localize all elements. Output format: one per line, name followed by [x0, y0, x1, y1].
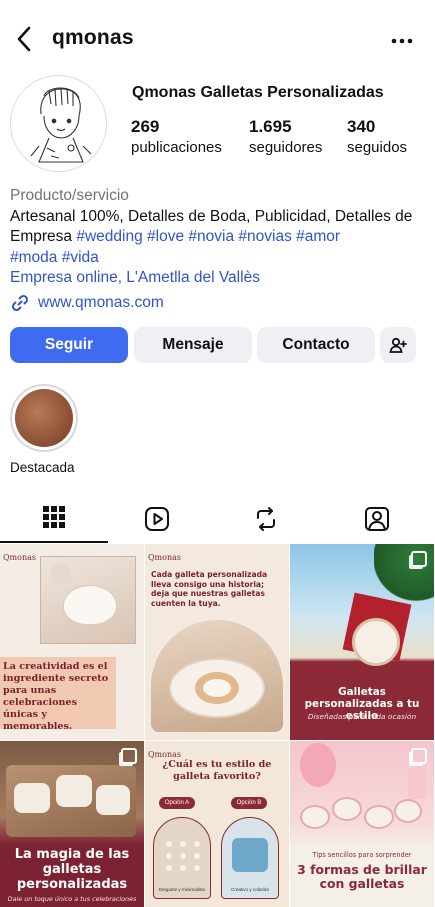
post-subcaption: Dale un toque único a tus celebraciones: [7, 895, 137, 903]
post-photo: [300, 797, 424, 835]
tab-reposts[interactable]: [212, 497, 320, 543]
post-pretitle: Tips sencillos para sorprender: [312, 851, 412, 859]
post-thumbnail[interactable]: La magia de las galletas personalizadas …: [0, 741, 144, 907]
post-thumbnail[interactable]: Qmonas La creatividad es el ingrediente …: [0, 544, 144, 740]
posts-label: publicaciones: [131, 139, 222, 156]
active-tab-indicator: [0, 541, 108, 543]
carousel-icon: [411, 748, 427, 764]
post-thumbnail[interactable]: Qmonas Cada galleta personalizada lleva …: [145, 544, 289, 740]
link-icon: [11, 294, 29, 312]
post-thumbnail[interactable]: Galletas personalizadas a tu estilo Dise…: [290, 544, 434, 740]
tab-tagged[interactable]: [323, 497, 431, 543]
profile-avatar[interactable]: [10, 75, 107, 172]
tab-posts[interactable]: [0, 497, 108, 543]
posts-count: 269: [131, 117, 160, 136]
add-person-icon: [389, 337, 407, 353]
repost-icon: [257, 507, 275, 531]
bio-category: Producto/servicio: [10, 187, 129, 204]
hashtag[interactable]: #vida: [62, 249, 99, 266]
hashtag[interactable]: #novia: [188, 228, 234, 245]
back-icon[interactable]: [10, 24, 40, 54]
carousel-icon: [411, 551, 427, 567]
followers-count: 1.695: [249, 117, 292, 136]
stat-following[interactable]: 340 seguidos: [347, 117, 407, 156]
message-button[interactable]: Mensaje: [134, 327, 252, 363]
follow-button[interactable]: Seguir: [10, 327, 128, 363]
post-photo: [40, 556, 136, 644]
option-b-label: Creativo y colorido: [230, 887, 270, 892]
brand-logo: Qmonas: [3, 553, 36, 562]
posts-grid: Qmonas La creatividad es el ingrediente …: [0, 544, 435, 907]
option-a-pill: Opción A: [159, 797, 195, 809]
post-caption: 3 formas de brillar con galletas: [297, 862, 427, 891]
hashtag[interactable]: #amor: [296, 228, 340, 245]
hashtag[interactable]: #love: [147, 228, 184, 245]
brand-logo: Qmonas: [148, 750, 181, 759]
candle: [408, 769, 426, 799]
avatar-sketch-image: [30, 87, 92, 163]
post-subcaption: Diseñadas para cada ocasión: [307, 712, 417, 721]
post-thumbnail[interactable]: Qmonas ¿Cuál es tu estilo de galleta fav…: [145, 741, 289, 907]
post-caption: Cada galleta personalizada lleva consigo…: [151, 570, 268, 608]
option-b-pill: Opción B: [231, 797, 267, 809]
following-count: 340: [347, 117, 376, 136]
option-a-label: Elegante y minimalista: [159, 887, 205, 892]
hashtag[interactable]: #wedding: [76, 228, 142, 245]
grid-icon: [43, 506, 65, 528]
profile-tabs: [0, 497, 435, 543]
brand-logo: Qmonas: [148, 553, 181, 562]
profile-bio: Producto/servicio Artesanal 100%, Detall…: [10, 186, 425, 289]
profile-username: qmonas: [52, 26, 134, 49]
stat-posts[interactable]: 269 publicaciones: [131, 117, 222, 156]
following-label: seguidos: [347, 139, 408, 156]
post-caption: La magia de las galletas personalizadas: [14, 847, 130, 892]
post-caption: ¿Cuál es tu estilo de galleta favorito?: [162, 759, 272, 782]
highlight-cover: [15, 389, 73, 447]
story-highlight[interactable]: [10, 384, 78, 452]
cookie: [352, 618, 400, 666]
reels-icon: [145, 507, 169, 531]
tagged-person-icon: [365, 507, 389, 531]
more-options-icon[interactable]: [387, 26, 417, 56]
website-link[interactable]: www.qmonas.com: [10, 292, 164, 314]
hashtag[interactable]: #novias: [238, 228, 291, 245]
top-bar: qmonas: [0, 18, 435, 62]
website-url[interactable]: www.qmonas.com: [38, 294, 164, 312]
stat-followers[interactable]: 1.695 seguidores: [249, 117, 322, 156]
bio-location[interactable]: Empresa online, L'Ametlla del Vallès: [10, 268, 425, 289]
post-caption: La creatividad es el ingrediente secreto…: [3, 661, 109, 732]
highlight-label: Destacada: [10, 460, 75, 475]
profile-display-name: Qmonas Galletas Personalizadas: [132, 84, 384, 101]
carousel-icon: [121, 748, 137, 764]
tab-reels[interactable]: [103, 497, 211, 543]
suggest-user-button[interactable]: [380, 327, 416, 363]
contact-button[interactable]: Contacto: [257, 327, 375, 363]
followers-label: seguidores: [249, 139, 323, 156]
post-thumbnail[interactable]: Tips sencillos para sorprender 3 formas …: [290, 741, 434, 907]
post-photo: [151, 620, 283, 732]
balloon: [300, 743, 336, 787]
hashtag[interactable]: #moda: [10, 249, 57, 266]
post-photo: [6, 765, 136, 837]
